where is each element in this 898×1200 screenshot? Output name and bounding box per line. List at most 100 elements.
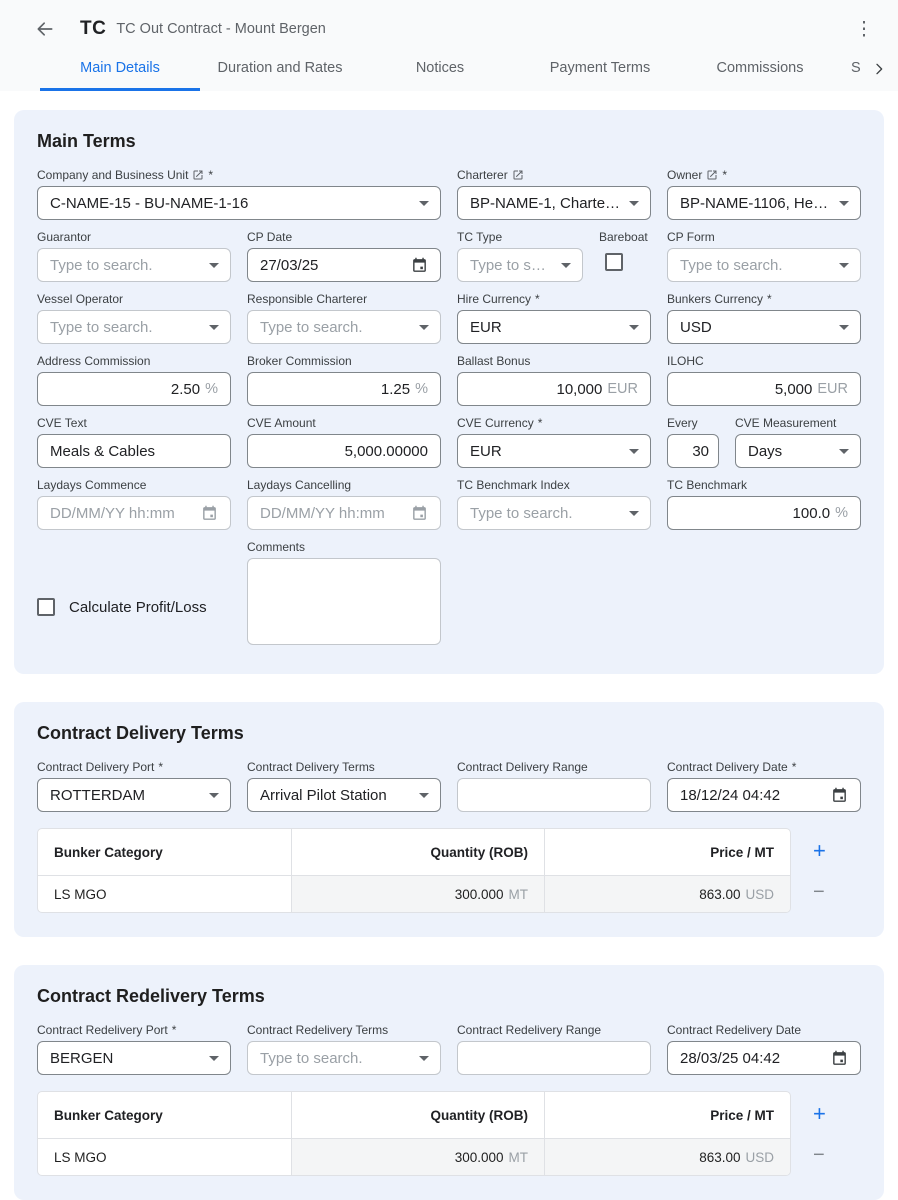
broker-commission-input[interactable]: % xyxy=(247,372,441,406)
quantity-cell[interactable]: 300.000MT xyxy=(291,1139,544,1175)
cve-amount-input[interactable] xyxy=(247,434,441,468)
guarantor-select[interactable]: Type to search. xyxy=(37,248,231,282)
field-label: CVE Amount xyxy=(247,416,316,430)
laydays-cancelling-text[interactable] xyxy=(260,505,411,522)
calendar-icon[interactable] xyxy=(411,257,428,274)
contract-delivery-date-input[interactable] xyxy=(667,778,861,812)
price-cell[interactable]: 863.00USD xyxy=(544,876,790,912)
unit-suffix: % xyxy=(205,381,218,397)
calendar-icon[interactable] xyxy=(411,505,428,522)
broker-commission-text[interactable] xyxy=(260,381,410,398)
open-in-new-icon[interactable] xyxy=(512,169,524,181)
field-label: Contract Delivery Port xyxy=(37,760,154,774)
add-row-button[interactable]: + xyxy=(813,1091,826,1137)
tab-payment-terms[interactable]: Payment Terms xyxy=(520,48,680,91)
field-tc-benchmark-index: TC Benchmark Index Type to search. xyxy=(457,478,651,530)
ilohc-input[interactable]: EUR xyxy=(667,372,861,406)
contract-redelivery-date-text[interactable] xyxy=(680,1050,831,1067)
contract-delivery-range-input[interactable] xyxy=(457,778,651,812)
cve-measurement-select[interactable]: Days xyxy=(735,434,861,468)
contract-redelivery-date-input[interactable] xyxy=(667,1041,861,1075)
open-in-new-icon[interactable] xyxy=(706,169,718,181)
tab-main-details[interactable]: Main Details xyxy=(40,48,200,91)
tc-benchmark-input[interactable]: % xyxy=(667,496,861,530)
bareboat-checkbox[interactable] xyxy=(605,253,623,271)
contract-redelivery-port-select[interactable]: BERGEN xyxy=(37,1041,231,1075)
comments-textarea[interactable] xyxy=(247,558,441,645)
contract-delivery-date-text[interactable] xyxy=(680,787,831,804)
cp-date-text[interactable] xyxy=(260,257,411,274)
chevron-right-icon[interactable] xyxy=(866,56,892,82)
cve-text-text[interactable] xyxy=(50,443,218,460)
company-business-unit-select[interactable]: C-NAME-15 - BU-NAME-1-16 xyxy=(37,186,441,220)
remove-row-button[interactable]: − xyxy=(813,1137,826,1173)
calendar-icon[interactable] xyxy=(201,505,218,522)
ballast-bonus-text[interactable] xyxy=(470,381,602,398)
kebab-menu-icon[interactable]: ⋮ xyxy=(850,20,878,39)
owner-select[interactable]: BP-NAME-1106, Head … xyxy=(667,186,861,220)
contract-delivery-port-select[interactable]: ROTTERDAM xyxy=(37,778,231,812)
bunker-category-cell[interactable]: LS MGO xyxy=(38,1139,291,1175)
cve-currency-select[interactable]: EUR xyxy=(457,434,651,468)
every-input[interactable] xyxy=(667,434,719,468)
contract-delivery-terms-select[interactable]: Arrival Pilot Station xyxy=(247,778,441,812)
tc-benchmark-text[interactable] xyxy=(680,505,830,522)
tc-type-select[interactable]: Type to sea... xyxy=(457,248,583,282)
ilohc-text[interactable] xyxy=(680,381,812,398)
vessel-operator-select[interactable]: Type to search. xyxy=(37,310,231,344)
chevron-down-icon xyxy=(209,793,219,798)
back-button[interactable] xyxy=(32,16,58,42)
app-logo: TC xyxy=(80,18,106,40)
column-header: Quantity (ROB) xyxy=(291,829,544,875)
contract-redelivery-range-text[interactable] xyxy=(470,1050,638,1067)
field-cp-date: CP Date xyxy=(247,230,441,282)
cve-amount-text[interactable] xyxy=(260,443,428,460)
chevron-down-icon xyxy=(209,1056,219,1061)
field-cve-measurement: CVE Measurement Days xyxy=(735,416,861,468)
address-commission-input[interactable]: % xyxy=(37,372,231,406)
responsible-charterer-select[interactable]: Type to search. xyxy=(247,310,441,344)
contract-redelivery-terms-select[interactable]: Type to search. xyxy=(247,1041,441,1075)
tc-benchmark-index-select[interactable]: Type to search. xyxy=(457,496,651,530)
charterer-select[interactable]: BP-NAME-1, Charterer, … xyxy=(457,186,651,220)
table-actions: + − xyxy=(813,1091,826,1176)
required-marker: * xyxy=(538,416,543,430)
calculate-profit-loss-checkbox[interactable] xyxy=(37,598,55,616)
field-label: Comments xyxy=(247,540,305,554)
quantity-cell[interactable]: 300.000MT xyxy=(291,876,544,912)
tab-duration-and-rates[interactable]: Duration and Rates xyxy=(200,48,360,91)
cve-text-input[interactable] xyxy=(37,434,231,468)
contract-redelivery-range-input[interactable] xyxy=(457,1041,651,1075)
contract-delivery-range-text[interactable] xyxy=(470,787,638,804)
cp-date-input[interactable] xyxy=(247,248,441,282)
cp-form-select[interactable]: Type to search. xyxy=(667,248,861,282)
bunker-category-cell[interactable]: LS MGO xyxy=(38,876,291,912)
field-address-commission: Address Commission % xyxy=(37,354,231,406)
tab-bar: Main Details Duration and Rates Notices … xyxy=(0,48,898,91)
field-owner: Owner * BP-NAME-1106, Head … xyxy=(667,168,861,220)
field-label: Contract Delivery Terms xyxy=(247,760,375,774)
every-text[interactable] xyxy=(677,443,709,460)
calendar-icon[interactable] xyxy=(831,787,848,804)
add-row-button[interactable]: + xyxy=(813,828,826,874)
open-in-new-icon[interactable] xyxy=(192,169,204,181)
laydays-commence-text[interactable] xyxy=(50,505,201,522)
field-label: Contract Redelivery Terms xyxy=(247,1023,388,1037)
required-marker: * xyxy=(722,168,727,182)
delivery-bunker-table-wrap: Bunker Category Quantity (ROB) Price / M… xyxy=(14,828,884,913)
laydays-commence-input[interactable] xyxy=(37,496,231,530)
chevron-down-icon xyxy=(209,263,219,268)
field-cve-currency: CVE Currency* EUR xyxy=(457,416,651,468)
remove-row-button[interactable]: − xyxy=(813,874,826,910)
calendar-icon[interactable] xyxy=(831,1050,848,1067)
tab-commissions[interactable]: Commissions xyxy=(680,48,840,91)
laydays-cancelling-input[interactable] xyxy=(247,496,441,530)
tab-overflow-clipped[interactable]: S xyxy=(851,48,861,88)
address-commission-text[interactable] xyxy=(50,381,200,398)
tab-notices[interactable]: Notices xyxy=(360,48,520,91)
bunkers-currency-select[interactable]: USD xyxy=(667,310,861,344)
field-label: Owner xyxy=(667,168,702,182)
hire-currency-select[interactable]: EUR xyxy=(457,310,651,344)
ballast-bonus-input[interactable]: EUR xyxy=(457,372,651,406)
price-cell[interactable]: 863.00USD xyxy=(544,1139,790,1175)
